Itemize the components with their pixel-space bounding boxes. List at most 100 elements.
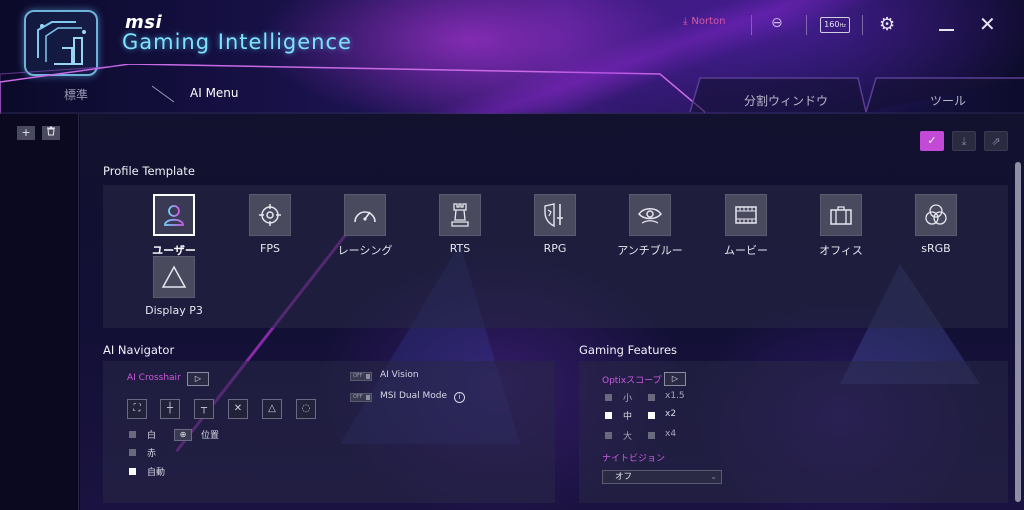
tab-standard[interactable]: 標準 (64, 86, 88, 103)
save-icon: ⤓ (961, 135, 967, 148)
zoom-2-radio[interactable] (648, 412, 655, 419)
film-icon (725, 194, 767, 236)
ai-crosshair-play-button[interactable]: ▷ (187, 372, 209, 386)
profile-sidebar: + (0, 114, 79, 510)
check-icon: ✓ (927, 134, 937, 147)
color-white-label: 白 (147, 431, 157, 441)
crosshair-style-6-icon[interactable]: ◌ (296, 399, 316, 419)
crosshair-style-3-icon[interactable]: ┬ (194, 399, 214, 419)
ai-crosshair-label: AI Crosshair (127, 373, 181, 383)
color-white-radio[interactable] (129, 431, 136, 438)
eye-icon (629, 194, 671, 236)
rgb-circles-icon (915, 194, 957, 236)
template-movie[interactable]: ムービー (711, 194, 781, 258)
template-user[interactable]: ユーザー (139, 194, 209, 258)
zoom-4-radio[interactable] (648, 432, 655, 439)
play-icon: ▷ (194, 374, 202, 383)
scope-size-medium-radio[interactable] (605, 412, 612, 419)
speedometer-icon (344, 194, 386, 236)
divider (751, 15, 752, 35)
tab-split-window[interactable]: 分割ウィンドウ (744, 92, 828, 109)
tab-strip (0, 64, 1024, 114)
crosshair-icon (249, 194, 291, 236)
chevron-down-icon: ⌄ (710, 472, 717, 481)
template-racing-label: レーシング (337, 244, 393, 257)
night-vision-value: オフ (615, 472, 633, 482)
export-profile-button[interactable]: ⇗ (984, 131, 1008, 151)
crosshair-style-1-icon[interactable]: ⛶ (127, 399, 147, 419)
template-anti-blue[interactable]: アンチブルー (615, 194, 685, 258)
chess-rook-icon (439, 194, 481, 236)
template-fps[interactable]: FPS (235, 194, 305, 255)
template-office[interactable]: オフィス (806, 194, 876, 258)
template-display-p3-label: Display P3 (145, 304, 203, 317)
position-button[interactable]: ⊕ (174, 429, 192, 441)
template-fps-label: FPS (260, 242, 280, 255)
play-icon: ▷ (671, 374, 679, 383)
tab-tools[interactable]: ツール (930, 92, 966, 109)
template-display-p3[interactable]: Display P3 (139, 256, 209, 317)
color-auto-radio[interactable] (129, 468, 136, 475)
tab-separator (151, 85, 175, 103)
delete-profile-button[interactable] (42, 126, 60, 140)
scrollbar-thumb[interactable] (1015, 162, 1021, 502)
minimize-button[interactable] (939, 29, 954, 31)
add-profile-button[interactable]: + (17, 126, 35, 140)
divider (862, 15, 863, 35)
scope-size-large-label: 大 (623, 432, 633, 442)
night-vision-select[interactable]: オフ ⌄ (602, 470, 722, 484)
norton-label: Norton (691, 16, 726, 27)
scope-size-small-label: 小 (623, 394, 633, 404)
optix-scope-label: Optixスコープ (602, 376, 662, 386)
ai-vision-toggle[interactable]: OFF (350, 372, 372, 381)
triangle-icon (153, 256, 195, 298)
ai-navigator-title: AI Navigator (103, 343, 175, 357)
optix-scope-play-button[interactable]: ▷ (664, 372, 686, 386)
color-red-label: 赤 (147, 449, 157, 459)
main-content: ✓ ⤓ ⇗ Profile Template ユーザー FPS レーシング RT… (80, 114, 1024, 510)
template-srgb[interactable]: sRGB (901, 194, 971, 255)
template-rpg[interactable]: RPG (520, 194, 590, 255)
gaming-intelligence-logo (24, 10, 98, 76)
ai-vision-label: AI Vision (380, 370, 419, 380)
gear-icon[interactable]: ⚙ (879, 14, 895, 35)
export-icon: ⇗ (991, 135, 1001, 148)
color-red-radio[interactable] (129, 449, 136, 456)
refresh-rate-value: 160 (824, 20, 840, 29)
save-profile-button[interactable]: ⤓ (952, 131, 976, 151)
divider (806, 15, 807, 35)
scope-size-medium-label: 中 (623, 412, 633, 422)
close-button[interactable]: ✕ (979, 12, 996, 36)
crosshair-style-4-icon[interactable]: ✕ (228, 399, 248, 419)
zoom-2-label: x2 (665, 409, 677, 419)
template-rpg-label: RPG (543, 242, 567, 255)
vertical-scrollbar[interactable] (1015, 162, 1021, 502)
scope-size-large-radio[interactable] (605, 432, 612, 439)
norton-button[interactable]: ⤓ Norton (683, 16, 726, 27)
night-vision-label: ナイトビジョン (602, 454, 666, 464)
template-rts[interactable]: RTS (425, 194, 495, 255)
download-icon: ⤓ (683, 16, 688, 27)
crosshair-style-5-icon[interactable]: △ (262, 399, 282, 419)
shield-sword-icon (534, 194, 576, 236)
msi-brand: msi (125, 12, 163, 33)
crosshair-style-2-icon[interactable]: ┼ (160, 399, 180, 419)
template-rts-label: RTS (449, 242, 471, 255)
tab-ai-menu[interactable]: AI Menu (190, 86, 239, 100)
template-movie-label: ムービー (724, 244, 768, 257)
trash-icon (47, 126, 55, 136)
briefcase-icon (820, 194, 862, 236)
app-header: msi Gaming Intelligence ⤓ Norton ⊖ 160Hz … (0, 0, 1024, 114)
smart-priority-icon[interactable]: ⊖ (771, 15, 783, 31)
apply-button[interactable]: ✓ (920, 131, 944, 151)
target-icon: ⊕ (179, 430, 187, 439)
info-icon[interactable]: i (454, 392, 465, 403)
template-anti-blue-label: アンチブルー (617, 244, 683, 257)
gaming-features-title: Gaming Features (579, 343, 678, 357)
msi-dual-mode-toggle[interactable]: OFF (350, 393, 372, 402)
template-racing[interactable]: レーシング (330, 194, 400, 258)
zoom-1-5-radio[interactable] (648, 394, 655, 401)
refresh-rate-badge[interactable]: 160Hz (820, 17, 850, 33)
template-office-label: オフィス (819, 244, 863, 257)
scope-size-small-radio[interactable] (605, 394, 612, 401)
